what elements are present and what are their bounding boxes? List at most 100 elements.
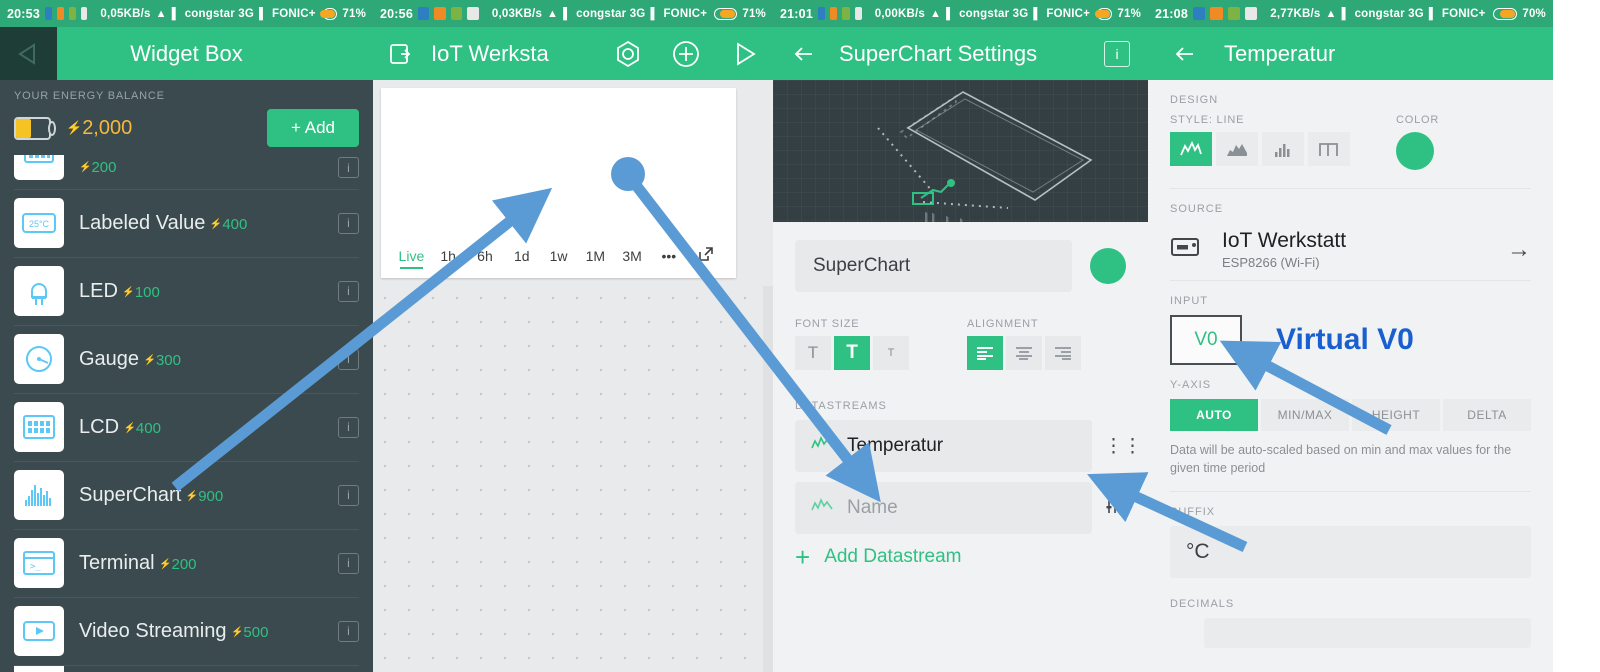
list-item[interactable]: Gauge ⚡300 i: [0, 325, 373, 393]
tab-1w[interactable]: 1w: [540, 248, 577, 264]
area-chart-icon[interactable]: [1216, 132, 1258, 166]
tab-1m[interactable]: 1M: [577, 248, 614, 264]
info-icon[interactable]: i: [338, 416, 359, 438]
info-icon[interactable]: i: [338, 157, 359, 178]
style-group: STYLE: LINE: [1170, 114, 1350, 166]
list-item[interactable]: LED ⚡100 i: [0, 257, 373, 325]
color-picker[interactable]: [1396, 132, 1434, 170]
status-battery: 71%: [342, 7, 366, 20]
datastream-name-placeholder: Name: [847, 497, 898, 518]
battery-icon: [1095, 7, 1113, 20]
tab-6h[interactable]: 6h: [467, 248, 504, 264]
align-center-icon[interactable]: [1006, 336, 1042, 370]
app-blue-icon: [1192, 7, 1206, 20]
style-label: STYLE: LINE: [1170, 114, 1245, 126]
more-options-icon[interactable]: •••: [650, 248, 687, 264]
line-chart-icon[interactable]: [1170, 132, 1212, 166]
tab-live[interactable]: Live: [393, 248, 430, 269]
settings-hex-icon[interactable]: [613, 39, 643, 69]
add-icon[interactable]: [671, 39, 701, 69]
app-orange-icon: [434, 7, 446, 20]
font-size-large-button[interactable]: T: [873, 336, 909, 370]
add-datastream-button[interactable]: + Add Datastream: [795, 544, 1126, 570]
info-icon[interactable]: i: [338, 348, 359, 370]
datastream-settings-icon[interactable]: ⋮⋮: [1104, 435, 1142, 458]
font-size-small-button[interactable]: T: [795, 336, 831, 370]
superchart-widget[interactable]: Live 1h 6h 1d 1w 1M 3M •••: [381, 88, 736, 278]
list-item-label: LCD: [79, 415, 120, 438]
align-left-icon[interactable]: [967, 336, 1003, 370]
yaxis-minmax-button[interactable]: MIN/MAX: [1261, 399, 1349, 431]
panel-datastream-settings: 21:08 2,77KB/s ▲ ▌ congstar 3G ▌ FONIC+ …: [1148, 0, 1553, 672]
suffix-input[interactable]: °C: [1170, 526, 1531, 579]
energy-amount: ⚡2,000: [66, 116, 133, 139]
status-bar: 21:01 0,00KB/s ▲ ▌ congstar 3G ▌ FONIC+ …: [773, 0, 1148, 27]
wifi-icon: ▲: [929, 7, 942, 20]
bar-chart-icon[interactable]: [1262, 132, 1304, 166]
back-triangle-icon[interactable]: [0, 41, 57, 67]
widget-name-input[interactable]: SuperChart: [795, 240, 1072, 292]
signal2-icon: ▌: [1428, 7, 1437, 20]
yaxis-auto-button[interactable]: AUTO: [1170, 399, 1258, 431]
battery-icon: [1492, 7, 1518, 20]
led-icon: [14, 266, 64, 316]
info-icon[interactable]: i: [338, 552, 359, 574]
datastream-name: Temperatur: [847, 435, 944, 456]
status-datarate: 0,00KB/s: [874, 7, 925, 20]
list-item[interactable]: Video Streaming ⚡500 i: [0, 597, 373, 665]
lcd-icon: [14, 402, 64, 452]
info-icon[interactable]: i: [338, 280, 359, 302]
plus-icon: +: [795, 542, 811, 572]
info-icon[interactable]: i: [338, 484, 359, 506]
datastream-row-temperatur[interactable]: Temperatur ⋮⋮: [795, 420, 1142, 472]
list-item-label: Labeled Value: [79, 211, 206, 234]
logout-icon[interactable]: [387, 40, 415, 68]
panel-widget-box: 20:53 0,05KB/s ▲ ▌ congstar 3G ▌ FONIC+ …: [0, 0, 373, 672]
list-item[interactable]: LCD ⚡400 i: [0, 393, 373, 461]
open-external-icon[interactable]: [687, 245, 724, 266]
font-size-medium-button[interactable]: T: [834, 336, 870, 370]
add-energy-button[interactable]: + Add: [267, 109, 359, 147]
yaxis-delta-button[interactable]: DELTA: [1443, 399, 1531, 431]
widget-color-picker[interactable]: [1090, 248, 1126, 284]
status-carrier2: FONIC+: [272, 7, 316, 20]
list-item[interactable]: >_ Terminal ⚡200 i: [0, 529, 373, 597]
input-pin-button[interactable]: V0: [1170, 315, 1242, 365]
play-store-icon: [467, 7, 479, 20]
app-blue-icon: [417, 7, 430, 20]
source-section: SOURCE IoT Werkstatt ESP8266 (Wi-Fi) →: [1148, 203, 1553, 280]
energy-balance-section: YOUR ENERGY BALANCE ⚡2,000 + Add: [0, 80, 373, 151]
app-bar: SuperChart Settings i: [773, 27, 1148, 80]
wifi-icon: ▲: [1325, 7, 1337, 20]
list-item-price: ⚡100: [122, 283, 160, 301]
status-battery: 70%: [1522, 7, 1546, 20]
page-title: Widget Box: [130, 40, 243, 66]
step-chart-icon[interactable]: [1308, 132, 1350, 166]
datastream-settings-icon[interactable]: [1104, 496, 1126, 520]
list-item[interactable]: ⚡200 i: [0, 155, 373, 189]
play-icon[interactable]: [729, 39, 759, 69]
yaxis-height-button[interactable]: HEIGHT: [1352, 399, 1440, 431]
back-arrow-icon[interactable]: [791, 41, 817, 67]
list-item-superchart[interactable]: SuperChart ⚡900 i: [0, 461, 373, 529]
info-icon[interactable]: i: [1104, 40, 1130, 67]
list-item-price: ⚡400: [123, 419, 161, 437]
app-orange-icon: [830, 7, 838, 20]
decimals-input[interactable]: [1204, 618, 1531, 649]
list-item[interactable]: 25°C Labeled Value ⚡400 i: [0, 189, 373, 257]
list-item-price: ⚡200: [79, 158, 117, 176]
chevron-right-icon[interactable]: →: [1507, 236, 1531, 264]
align-right-icon[interactable]: [1045, 336, 1081, 370]
tab-3m[interactable]: 3M: [614, 248, 651, 264]
info-icon[interactable]: i: [338, 212, 359, 234]
list-item-price: ⚡500: [230, 623, 269, 641]
list-item[interactable]: [0, 665, 373, 672]
info-icon[interactable]: i: [338, 620, 359, 642]
canvas-scrollbar[interactable]: [763, 286, 773, 672]
tab-1d[interactable]: 1d: [503, 248, 540, 264]
datastream-row-empty[interactable]: Name: [795, 482, 1126, 534]
source-device-row[interactable]: IoT Werkstatt ESP8266 (Wi-Fi) →: [1170, 223, 1531, 280]
tab-1h[interactable]: 1h: [430, 248, 467, 264]
source-label: SOURCE: [1170, 203, 1224, 215]
back-arrow-icon[interactable]: [1172, 41, 1198, 67]
